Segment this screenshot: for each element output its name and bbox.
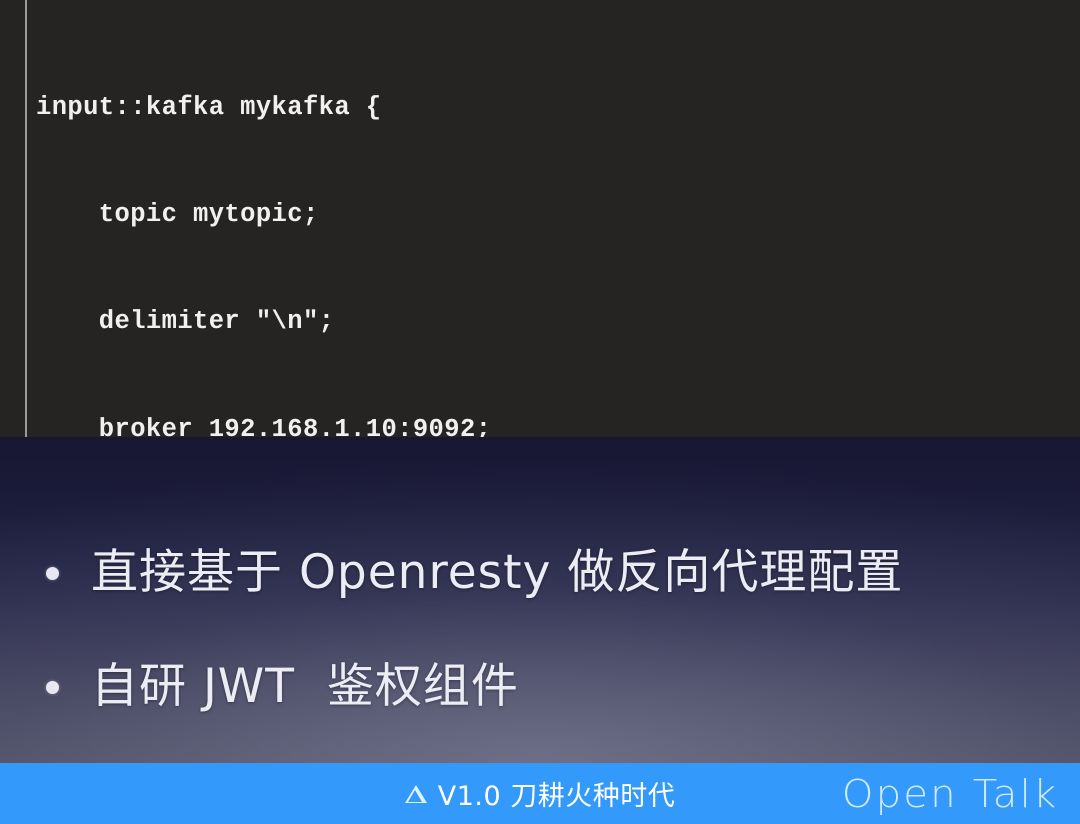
bullet-text: 直接基于 Openresty 做反向代理配置 — [91, 545, 904, 600]
code-line: topic mytopic; — [36, 199, 319, 229]
footer-bar: V1.0 刀耕火种时代 Open Talk — [0, 763, 1080, 824]
open-talk-logo-text: Open Talk — [841, 771, 1058, 816]
code-block-panel: input::kafka mykafka { topic mytopic; de… — [0, 0, 1080, 437]
triangle-outline-icon — [404, 784, 427, 803]
bullet-text: 自研 JWT 鉴权组件 — [91, 659, 519, 714]
open-talk-logo: Open Talk — [841, 763, 1058, 824]
slide-root: input::kafka mykafka { topic mytopic; de… — [0, 0, 1080, 824]
bullet-dot-icon — [46, 566, 59, 580]
code-block-left-rule — [25, 0, 27, 437]
bullet-dot-icon — [46, 680, 59, 694]
code-block-text: input::kafka mykafka { topic mytopic; de… — [36, 18, 491, 437]
code-line: delimiter "\n"; — [36, 307, 335, 337]
slide-body: 直接基于 Openresty 做反向代理配置 自研 JWT 鉴权组件 — [0, 437, 1080, 763]
code-line: broker 192.168.1.10:9092; — [36, 414, 492, 437]
bullet-item: 自研 JWT 鉴权组件 — [0, 659, 1080, 715]
footer-caption-text: V1.0 刀耕火种时代 — [437, 781, 676, 812]
code-line: input::kafka mykafka { — [36, 92, 382, 122]
bullet-item: 直接基于 Openresty 做反向代理配置 — [0, 545, 1080, 601]
